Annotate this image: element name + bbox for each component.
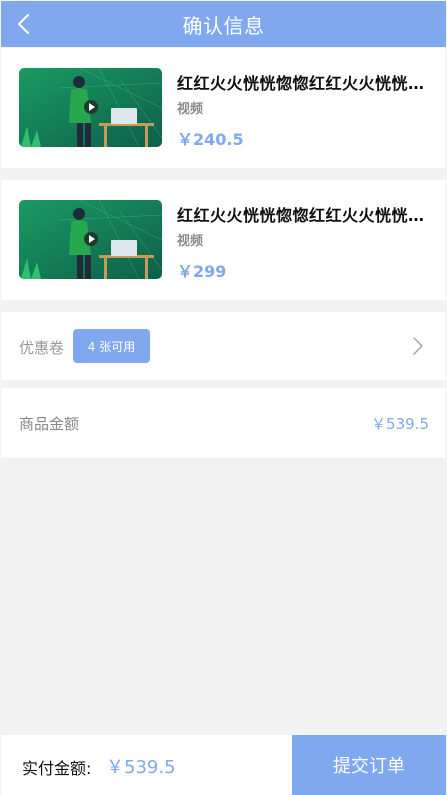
order-confirm-page: 确认信息 红红火火恍恍惚惚红红火火恍恍惚惚 视频 ￥240.5 红红火火恍恍惚惚…	[0, 0, 447, 795]
header-bar: 确认信息	[1, 1, 446, 47]
product-title: 红红火火恍恍惚惚红红火火恍恍惚惚	[177, 206, 427, 225]
goods-amount-label: 商品金额	[19, 415, 80, 433]
submit-order-button[interactable]: 提交订单	[292, 735, 446, 795]
coupon-row[interactable]: 优惠卷 4 张可用	[1, 312, 446, 380]
coupon-available-badge[interactable]: 4 张可用	[73, 329, 150, 363]
product-title: 红红火火恍恍惚惚红红火火恍恍惚惚	[177, 74, 427, 93]
video-thumbnail[interactable]	[19, 200, 162, 279]
page-title: 确认信息	[182, 13, 265, 38]
product-type: 视频	[177, 234, 204, 249]
chevron-left-icon[interactable]	[13, 12, 37, 36]
product-card[interactable]: 红红火火恍恍惚惚红红火火恍恍惚惚 视频 ￥240.5	[1, 48, 446, 168]
pay-amount-value: ￥539.5	[106, 757, 176, 778]
coupon-label: 优惠卷	[19, 339, 65, 357]
checkout-bar: 实付金额: ￥539.5 提交订单	[1, 735, 446, 795]
product-type: 视频	[177, 102, 204, 117]
product-price: ￥299	[177, 262, 227, 281]
product-card[interactable]: 红红火火恍恍惚惚红红火火恍恍惚惚 视频 ￥299	[1, 180, 446, 300]
goods-amount-row: 商品金额 ￥539.5	[1, 388, 446, 458]
product-price: ￥240.5	[177, 130, 244, 149]
chevron-right-icon[interactable]	[411, 336, 425, 356]
pay-amount-label: 实付金额:	[22, 759, 92, 778]
goods-amount-value: ￥539.5	[371, 415, 429, 433]
video-thumbnail[interactable]	[19, 68, 162, 147]
